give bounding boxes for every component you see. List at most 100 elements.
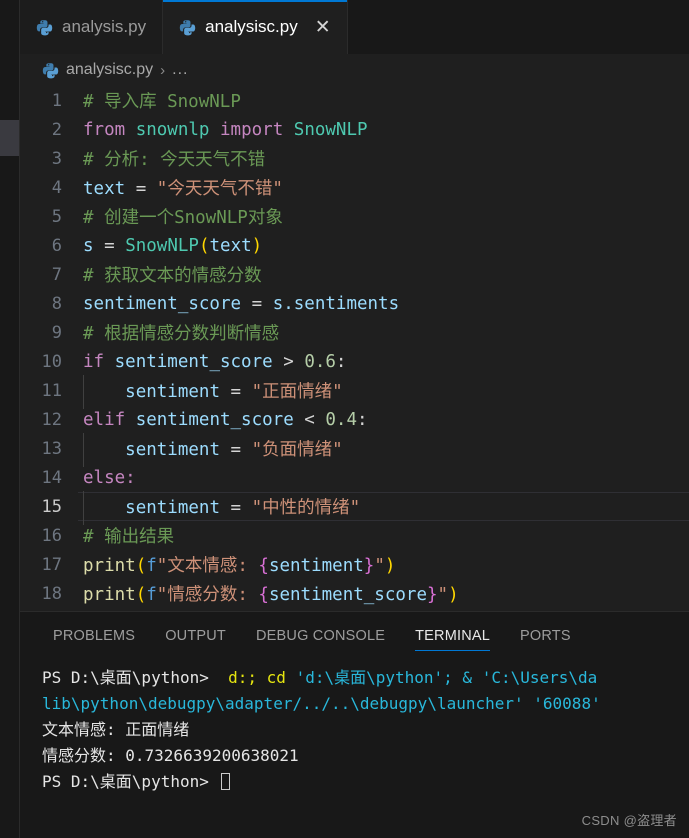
code-line: 6 s = SnowNLP(text) <box>20 231 689 260</box>
terminal-line: lib\python\debugpy\adapter/../..\debugpy… <box>42 694 601 713</box>
code-token-string: "情感分数: <box>156 585 259 605</box>
terminal-line: 情感分数: 0.7326639200638021 <box>42 746 299 765</box>
code-token-comment: # 获取文本的情感分数 <box>83 266 262 286</box>
code-token-comment: # 导入库 SnowNLP <box>83 92 241 112</box>
line-number: 6 <box>51 235 62 256</box>
code-token-variable: text <box>209 235 252 256</box>
tab-output[interactable]: OUTPUT <box>150 612 241 659</box>
chevron-right-icon: › <box>160 61 166 79</box>
code-token-variable: sentiment_score <box>135 409 294 430</box>
code-token-operator: = <box>230 498 242 518</box>
code-token-paren: ) <box>251 235 263 256</box>
terminal-output[interactable]: PS D:\桌面\python> d:; cd 'd:\桌面\python'; … <box>20 659 689 795</box>
code-token-keyword: import <box>220 119 284 140</box>
code-token-paren: ( <box>198 235 210 256</box>
code-line: 11 sentiment = "正面情绪" <box>20 375 689 409</box>
terminal-line: 文本情感: 正面情绪 <box>42 720 190 739</box>
code-line: 17 print(f"文本情感: {sentiment}") <box>20 550 689 579</box>
code-token-variable: sentiment_score <box>83 293 242 314</box>
code-token-brace: { <box>258 585 269 605</box>
terminal-command: d:; <box>218 668 258 687</box>
code-line: 14 else: <box>20 463 689 492</box>
line-number: 17 <box>41 554 62 575</box>
line-number: 1 <box>51 90 62 111</box>
code-token-string: "今天天气不错" <box>156 179 283 199</box>
tab-ports[interactable]: PORTS <box>505 612 586 659</box>
breadcrumb: analysisc.py › ... <box>20 54 689 86</box>
activity-bar <box>0 0 20 838</box>
breadcrumb-file[interactable]: analysisc.py <box>66 61 153 79</box>
code-token-string: "正面情绪" <box>251 382 343 402</box>
code-token-number: 0.4 <box>325 409 357 430</box>
indent-guide <box>83 433 125 467</box>
breadcrumb-ellipsis[interactable]: ... <box>172 61 188 79</box>
code-token-string: "文本情感: <box>156 556 259 576</box>
line-number: 10 <box>41 351 62 372</box>
close-icon[interactable]: ✕ <box>315 17 331 37</box>
code-token-operator: = <box>104 235 115 256</box>
code-token-variable: sentiment <box>268 556 364 576</box>
code-token-brace: } <box>363 556 375 576</box>
tab-terminal[interactable]: TERMINAL <box>400 612 505 659</box>
tab-label: analysis.py <box>62 17 147 36</box>
code-token-keyword: from <box>83 119 126 140</box>
code-editor[interactable]: 1 # 导入库 SnowNLP 2 from snownlp import Sn… <box>20 86 689 611</box>
code-line: 18 print(f"情感分数: {sentiment_score}") <box>20 579 689 608</box>
tab-debug-console[interactable]: DEBUG CONSOLE <box>241 612 400 659</box>
watermark: CSDN @盗理者 <box>581 813 677 828</box>
editor-tab-analysisc-py[interactable]: analysisc.py ✕ <box>163 0 348 54</box>
code-token-colon: : <box>335 351 347 372</box>
terminal-cursor <box>220 773 230 790</box>
code-line: 4 text = "今天天气不错" <box>20 173 689 202</box>
code-token-comment: # 分析: 今天天气不错 <box>83 150 266 170</box>
activity-bar-indicator[interactable] <box>0 120 19 156</box>
code-line: 8 sentiment_score = s.sentiments <box>20 289 689 318</box>
terminal-command: cd <box>257 668 286 687</box>
code-token-string: " <box>374 556 385 576</box>
vscode-window: analysis.py analysisc.py ✕ analysisc.py … <box>0 0 689 838</box>
line-number: 5 <box>51 206 62 227</box>
code-token-variable: text <box>83 179 126 199</box>
line-number: 7 <box>51 264 62 285</box>
tab-problems[interactable]: PROBLEMS <box>38 612 150 659</box>
code-line-active: 15 sentiment = "中性的情绪" <box>20 491 689 525</box>
code-token-variable: sentiment <box>125 382 220 402</box>
code-line: 16 # 输出结果 <box>20 521 689 550</box>
code-token-brace: } <box>426 585 438 605</box>
line-number: 9 <box>51 322 62 343</box>
code-token-module: snownlp <box>135 119 210 140</box>
code-token-operator: = <box>230 382 242 402</box>
terminal-prompt: PS D:\桌面\python> <box>42 668 219 687</box>
code-token-variable: sentiment <box>125 498 220 518</box>
code-token-operator: = <box>135 179 147 199</box>
line-number: 12 <box>41 409 62 430</box>
panel-tab-bar: PROBLEMS OUTPUT DEBUG CONSOLE TERMINAL P… <box>20 612 689 659</box>
code-token-function: print <box>83 585 136 605</box>
code-token-variable: sentiment_score <box>268 585 427 605</box>
editor-tab-analysis-py[interactable]: analysis.py <box>20 0 164 54</box>
code-token-operator: = <box>230 440 242 460</box>
line-number: 11 <box>41 380 62 401</box>
bottom-panel: PROBLEMS OUTPUT DEBUG CONSOLE TERMINAL P… <box>20 611 689 838</box>
code-token-paren: ( <box>135 585 147 605</box>
line-number: 8 <box>51 293 62 314</box>
line-number: 3 <box>51 148 62 169</box>
code-line: 1 # 导入库 SnowNLP <box>20 86 689 115</box>
code-token-brace: { <box>258 556 269 576</box>
